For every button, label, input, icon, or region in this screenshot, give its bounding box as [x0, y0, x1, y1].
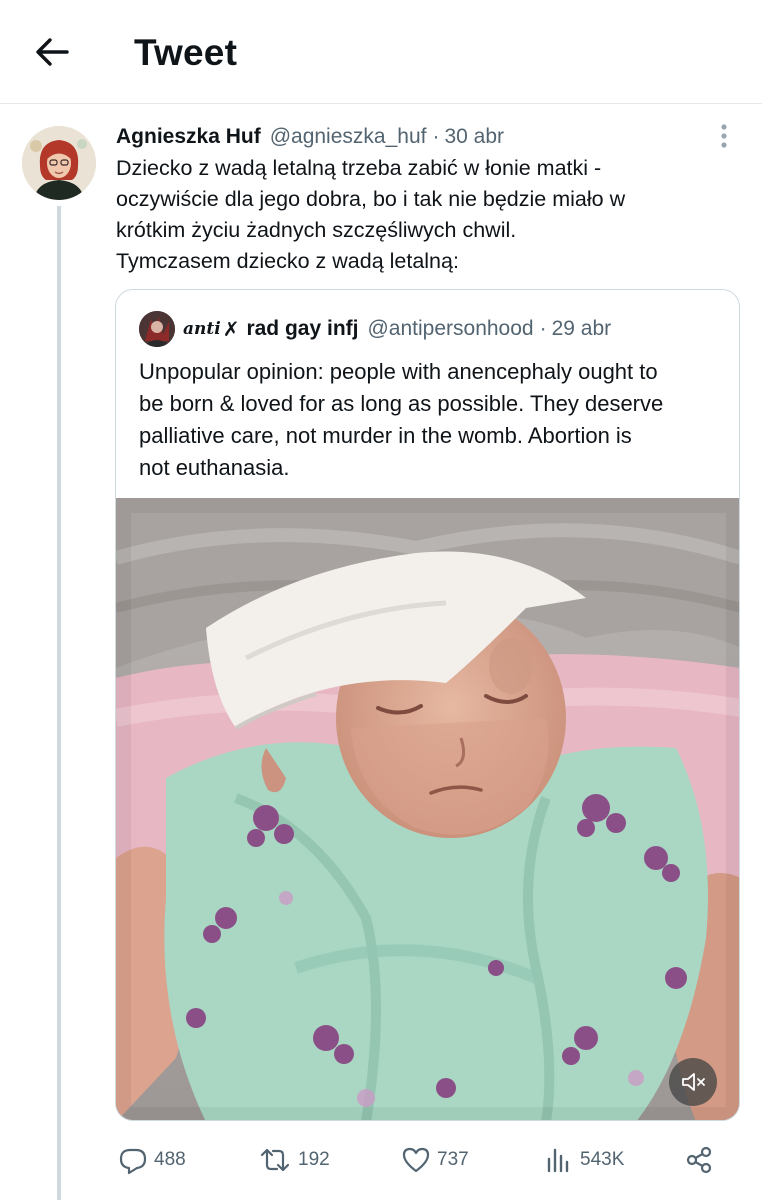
- more-vertical-icon: [721, 124, 727, 148]
- volume-muted-icon: [682, 1073, 705, 1091]
- tweet-header: Agnieszka Huf @agnieszka_huf · 30 abr: [116, 122, 504, 152]
- quoted-author-badge-mark: ✗: [222, 318, 240, 341]
- author-name[interactable]: Agnieszka Huf: [116, 125, 261, 149]
- retweet-icon: [260, 1148, 290, 1172]
- quoted-author-handle[interactable]: @antipersonhood: [367, 317, 533, 341]
- retweet-count: 192: [298, 1149, 330, 1170]
- tweet-text-line: krótkim życiu żadnych szczęśliwych chwil…: [116, 218, 517, 242]
- tweet-text: Dziecko z wadą letalną trzeba zabić w ło…: [116, 153, 726, 277]
- reply-count: 488: [154, 1149, 186, 1170]
- tweet-text-line: oczywiście dla jego dobra, bo i tak nie …: [116, 187, 626, 211]
- view-count: 543K: [580, 1149, 625, 1170]
- views-button[interactable]: 543K: [544, 1140, 624, 1180]
- page-title: Tweet: [134, 32, 238, 73]
- arrow-left-icon: [36, 38, 69, 66]
- share-button[interactable]: [684, 1140, 720, 1180]
- reply-icon: [119, 1148, 147, 1175]
- top-bar: Tweet: [0, 0, 762, 104]
- thread-line: [57, 206, 61, 1200]
- tweet-text-line: Dziecko z wadą letalną trzeba zabić w ło…: [116, 156, 602, 180]
- author-handle[interactable]: @agnieszka_huf: [270, 125, 427, 149]
- quoted-author-badge: anti: [183, 319, 221, 339]
- author-avatar[interactable]: [22, 126, 96, 200]
- separator-dot: ·: [539, 317, 547, 340]
- retweet-button[interactable]: 192: [258, 1140, 330, 1180]
- back-button[interactable]: [30, 30, 74, 74]
- quoted-text-line: be born & loved for as long as possible.…: [139, 391, 664, 416]
- quoted-tweet-text: Unpopular opinion: people with anencepha…: [139, 356, 729, 484]
- quoted-tweet-date[interactable]: 29 abr: [552, 317, 612, 341]
- like-icon: [402, 1147, 430, 1173]
- more-options-button[interactable]: [708, 120, 740, 152]
- like-count: 737: [437, 1149, 469, 1170]
- quoted-text-line: not euthanasia.: [139, 455, 290, 480]
- mute-toggle-button[interactable]: [669, 1058, 717, 1106]
- quoted-tweet-header: anti ✗ rad gay infj @antipersonhood · 29…: [139, 311, 612, 347]
- reply-button[interactable]: 488: [118, 1140, 186, 1180]
- quoted-author-name[interactable]: rad gay infj: [246, 317, 358, 341]
- quoted-author-avatar[interactable]: [139, 311, 175, 347]
- quoted-tweet-video[interactable]: [116, 498, 739, 1120]
- quoted-text-line: palliative care, not murder in the womb.…: [139, 423, 632, 448]
- share-icon: [686, 1146, 712, 1174]
- quoted-text-line: Unpopular opinion: people with anencepha…: [139, 359, 658, 384]
- tweet-date[interactable]: 30 abr: [444, 125, 504, 149]
- tweet-text-line: Tymczasem dziecko z wadą letalną:: [116, 249, 459, 273]
- separator-dot: ·: [432, 125, 440, 148]
- views-icon: [547, 1148, 569, 1173]
- like-button[interactable]: 737: [401, 1140, 469, 1180]
- action-bar: 488 192 737 543K: [116, 1140, 726, 1180]
- quoted-tweet-card[interactable]: anti ✗ rad gay infj @antipersonhood · 29…: [115, 289, 740, 1121]
